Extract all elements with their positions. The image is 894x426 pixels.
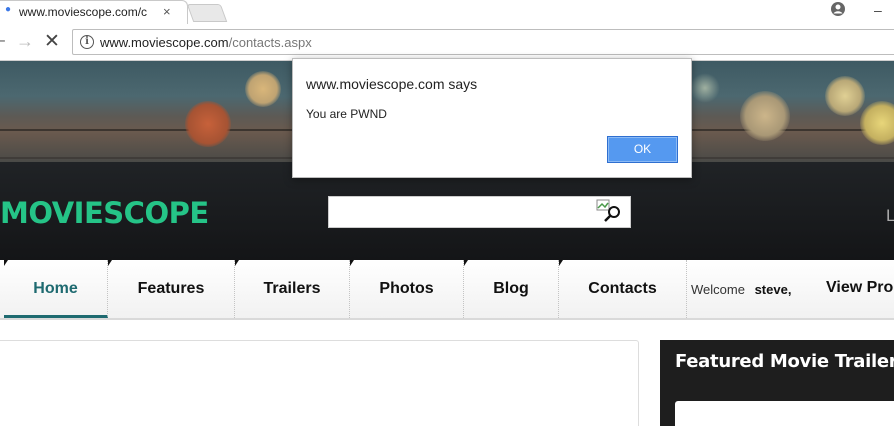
new-tab-button[interactable]	[186, 4, 228, 22]
search-icon[interactable]	[596, 199, 626, 225]
url-path: /contacts.aspx	[228, 35, 312, 50]
forward-button[interactable]: →	[16, 31, 34, 52]
nav-tick-decoration	[4, 260, 8, 266]
nav-item-photos[interactable]: Photos	[350, 260, 464, 318]
info-icon[interactable]: i	[80, 35, 94, 49]
banner-bokeh	[245, 71, 281, 107]
ok-button[interactable]: OK	[607, 136, 678, 163]
account-icon[interactable]	[830, 1, 846, 17]
nav-tick-decoration	[108, 260, 112, 266]
dialog-origin: www.moviescope.com says	[306, 76, 478, 92]
banner-bokeh	[740, 91, 790, 141]
alert-dialog: www.moviescope.com says You are PWND OK	[292, 58, 692, 178]
nav-item-label: Trailers	[263, 280, 321, 297]
banner-bokeh	[690, 73, 720, 103]
search-box	[328, 196, 631, 228]
tab-title: www.moviescope.com/contacts.aspx	[19, 5, 147, 19]
nav-item-contacts[interactable]: Contacts	[559, 260, 687, 318]
back-button[interactable]: –	[0, 32, 5, 50]
banner-bokeh	[185, 101, 231, 147]
nav-item-label: Contacts	[588, 280, 657, 297]
nav-item-trailers[interactable]: Trailers	[235, 260, 350, 318]
view-profile-link[interactable]: View Pro	[826, 279, 893, 297]
site-logo[interactable]: MOVIESCOPE	[0, 196, 209, 230]
address-bar[interactable]: i www.moviescope.com/contacts.aspx	[72, 29, 894, 55]
featured-trailers-panel: Featured Movie Trailers	[660, 340, 894, 426]
stop-button[interactable]: ✕	[44, 30, 60, 53]
banner-bokeh	[825, 76, 865, 116]
nav-tick-decoration	[559, 260, 563, 266]
dialog-message: You are PWND	[306, 107, 387, 121]
nav-item-features[interactable]: Features	[108, 260, 235, 318]
username: steve,	[754, 282, 792, 297]
nav-item-blog[interactable]: Blog	[464, 260, 559, 318]
nav-item-label: Features	[137, 280, 205, 297]
nav-tick-decoration	[350, 260, 354, 266]
url-text[interactable]: www.moviescope.com/contacts.aspx	[100, 35, 312, 50]
header-login-link[interactable]: L	[886, 206, 894, 226]
nav-tick-decoration	[464, 260, 468, 266]
tab-close-icon[interactable]: ×	[163, 4, 171, 19]
nav-item-label: Blog	[493, 280, 529, 297]
nav-item-label: Photos	[379, 280, 434, 297]
featured-trailers-content	[675, 401, 894, 426]
browser-tab[interactable]: ● www.moviescope.com/contacts.aspx ×	[0, 0, 188, 24]
browser-tab-bar: ● www.moviescope.com/contacts.aspx × –	[0, 0, 894, 24]
search-input[interactable]	[331, 199, 593, 225]
browser-toolbar: – → ✕ i www.moviescope.com/contacts.aspx	[0, 24, 894, 61]
welcome-prefix: Welcome	[691, 282, 745, 297]
nav-item-home[interactable]: Home	[4, 260, 108, 318]
nav-tick-decoration	[235, 260, 239, 266]
url-domain: www.moviescope.com	[100, 35, 229, 50]
main-nav: Home Features Trailers Photos Blog Conta…	[0, 260, 894, 320]
nav-item-label: Home	[33, 280, 78, 297]
window-minimize-button[interactable]: –	[874, 2, 882, 18]
banner-bokeh	[860, 101, 894, 145]
featured-trailers-title: Featured Movie Trailers	[675, 351, 894, 372]
welcome-message: Welcome steve,	[691, 282, 791, 297]
loading-icon: ●	[5, 4, 12, 15]
main-content-panel	[0, 340, 639, 426]
